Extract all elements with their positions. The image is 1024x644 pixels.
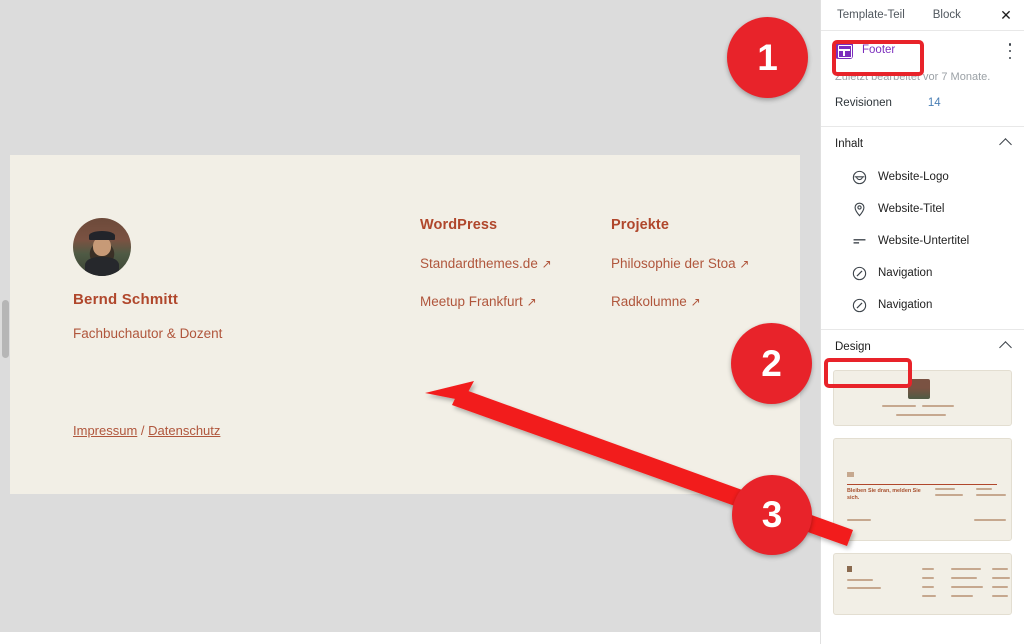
annotation-badge-1: 1 bbox=[727, 17, 808, 98]
annotation-arrow bbox=[425, 381, 853, 546]
screen-root: Bernd Schmitt Fachbuchautor & Dozent Imp… bbox=[0, 0, 1024, 644]
highlight-box-footer bbox=[832, 40, 924, 76]
annotation-badge-2: 2 bbox=[731, 323, 812, 404]
highlight-box-design bbox=[824, 358, 912, 388]
annotation-badge-3: 3 bbox=[732, 475, 812, 555]
